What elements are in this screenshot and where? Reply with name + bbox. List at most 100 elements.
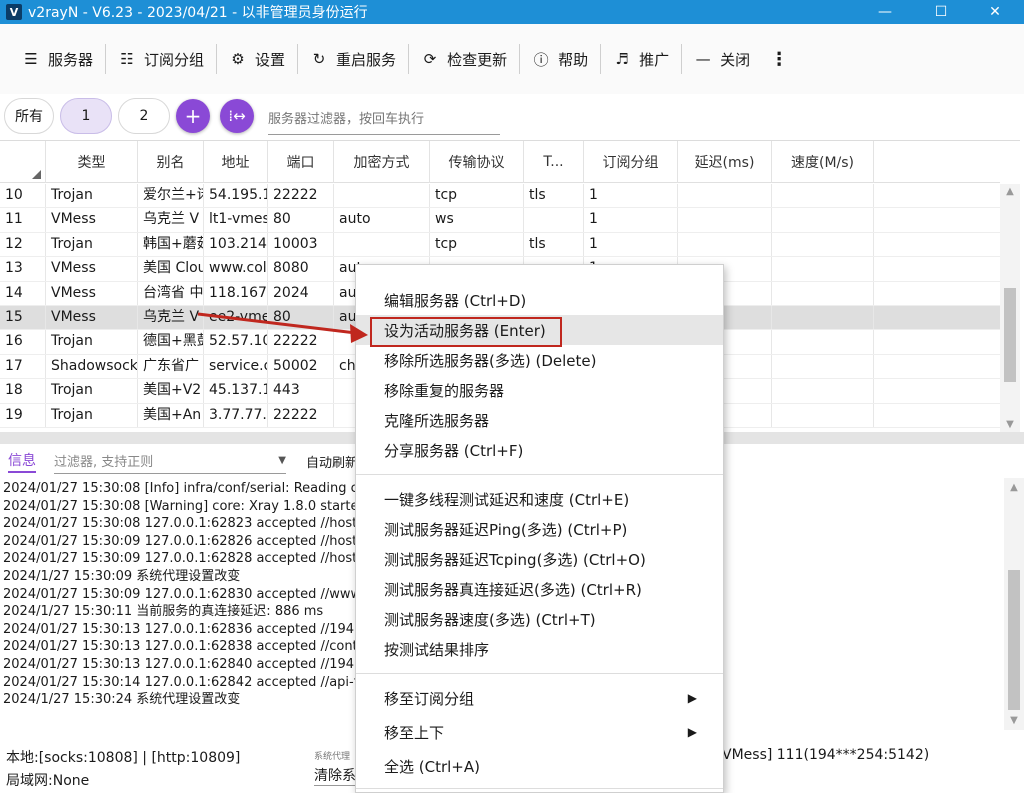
table-cell: 2024 bbox=[268, 281, 334, 305]
auto-refresh-toggle[interactable]: 自动刷新 bbox=[306, 452, 358, 471]
col-address[interactable]: 地址 bbox=[204, 141, 268, 183]
table-cell bbox=[772, 281, 874, 305]
table-cell: 17 bbox=[0, 354, 46, 379]
menu-remove-selected[interactable]: 移除所选服务器(多选) (Delete) bbox=[356, 345, 723, 375]
menu-test-all[interactable]: 一键多线程测试延迟和速度 (Ctrl+E) bbox=[356, 484, 723, 514]
table-cell: tls bbox=[524, 232, 584, 257]
menu-select-all[interactable]: 全选 (Ctrl+A) bbox=[356, 751, 723, 781]
menu-share-server[interactable]: 分享服务器 (Ctrl+F) bbox=[356, 435, 723, 465]
table-row[interactable]: 11 VMess 乌克兰 Vlt1-vmes 80 auto ws 1 bbox=[0, 208, 1000, 233]
table-scroll-thumb[interactable] bbox=[1004, 288, 1016, 382]
settings-button[interactable]: ⚙ 设置 bbox=[217, 42, 297, 76]
table-cell: VMess bbox=[46, 281, 138, 305]
log-filter-combo[interactable]: 过滤器, 支持正则 ▼ bbox=[54, 448, 286, 474]
log-scroll-down-icon[interactable]: ▼ bbox=[1004, 715, 1024, 726]
table-row[interactable]: 10 Trojan 爱尔兰+诺 54.195.1 22222 tcp tls 1 bbox=[0, 184, 1000, 209]
split-icon: ⁞↔ bbox=[228, 107, 246, 125]
table-cell: VMess bbox=[46, 257, 138, 281]
table-cell: 1 bbox=[584, 184, 678, 208]
menu-separator bbox=[356, 474, 723, 475]
table-cell: 10003 bbox=[268, 232, 334, 257]
promote-button[interactable]: ♬ 推广 bbox=[601, 42, 681, 76]
menu-move-up-down[interactable]: 移至上下 ▶ bbox=[356, 717, 723, 747]
table-cell: service.o bbox=[204, 354, 268, 379]
col-port[interactable]: 端口 bbox=[268, 141, 334, 183]
server-icon: ☰ bbox=[24, 50, 38, 68]
table-cell: www.col bbox=[204, 257, 268, 281]
table-cell: 10 bbox=[0, 184, 46, 208]
help-button[interactable]: ⓘ 帮助 bbox=[520, 42, 600, 76]
split-group-button[interactable]: ⁞↔ bbox=[220, 99, 254, 133]
table-cell bbox=[772, 403, 874, 427]
active-server-status: VMess] 111(194***254:5142) bbox=[722, 747, 930, 763]
col-type[interactable]: 类型 bbox=[46, 141, 138, 183]
server-menu-button[interactable]: ☰ 服务器 bbox=[10, 42, 105, 76]
table-cell: Trojan bbox=[46, 330, 138, 354]
menu-separator bbox=[356, 673, 723, 674]
table-cell: 16 bbox=[0, 330, 46, 354]
menu-test-ping[interactable]: 测试服务器延迟Ping(多选) (Ctrl+P) bbox=[356, 514, 723, 544]
col-speed[interactable]: 速度(M/s) bbox=[772, 141, 874, 183]
col-tls[interactable]: T... bbox=[524, 141, 584, 183]
table-cell: 54.195.1 bbox=[204, 184, 268, 208]
table-cell: 德国+黑彭 bbox=[138, 330, 204, 354]
table-cell bbox=[678, 184, 772, 208]
menu-test-speed[interactable]: 测试服务器速度(多选) (Ctrl+T) bbox=[356, 604, 723, 634]
table-cell: Trojan bbox=[46, 403, 138, 427]
more-options-icon[interactable]: ⋮ bbox=[770, 49, 794, 70]
table-cell bbox=[772, 379, 874, 403]
col-alias[interactable]: 别名 bbox=[138, 141, 204, 183]
col-transport[interactable]: 传输协议 bbox=[430, 141, 524, 183]
subscription-group-button[interactable]: ☷ 订阅分组 bbox=[106, 42, 216, 76]
table-cell bbox=[334, 184, 430, 208]
select-all-corner[interactable] bbox=[0, 141, 46, 183]
table-cell: 22222 bbox=[268, 184, 334, 208]
group-2-tab[interactable]: 2 bbox=[118, 98, 170, 134]
col-latency[interactable]: 延迟(ms) bbox=[678, 141, 772, 183]
table-cell: 103.214. bbox=[204, 232, 268, 257]
table-cell: 11 bbox=[0, 208, 46, 232]
group-1-tab[interactable]: 1 bbox=[60, 98, 112, 134]
table-cell: 18 bbox=[0, 379, 46, 403]
table-scrollbar[interactable]: ▲ ▼ bbox=[1000, 184, 1020, 432]
table-cell: 爱尔兰+诺 bbox=[138, 184, 204, 208]
table-cell: Shadowsock bbox=[46, 354, 138, 379]
submenu-arrow-icon: ▶ bbox=[687, 725, 697, 739]
scroll-down-icon[interactable]: ▼ bbox=[1000, 419, 1020, 430]
dropdown-icon: ▼ bbox=[278, 455, 286, 466]
log-scrollbar[interactable]: ▲ ▼ bbox=[1004, 478, 1024, 730]
check-update-button[interactable]: ⟳ 检查更新 bbox=[409, 42, 519, 76]
menu-remove-duplicates[interactable]: 移除重复的服务器 bbox=[356, 375, 723, 405]
close-window-button[interactable]: ✕ bbox=[972, 0, 1018, 24]
table-cell: 1 bbox=[584, 208, 678, 232]
menu-clone-server[interactable]: 克隆所选服务器 bbox=[356, 405, 723, 435]
log-scroll-up-icon[interactable]: ▲ bbox=[1004, 482, 1024, 493]
menu-move-to-group[interactable]: 移至订阅分组 ▶ bbox=[356, 683, 723, 713]
server-filter-input[interactable] bbox=[268, 97, 500, 135]
restart-service-button[interactable]: ↻ 重启服务 bbox=[298, 42, 408, 76]
menu-sort-by-result[interactable]: 按测试结果排序 bbox=[356, 634, 723, 664]
update-icon: ⟳ bbox=[423, 50, 437, 68]
server-context-menu: 编辑服务器 (Ctrl+D) 设为活动服务器 (Enter) 移除所选服务器(多… bbox=[355, 264, 724, 793]
table-cell: 80 bbox=[268, 305, 334, 330]
close-app-button[interactable]: — 关闭 bbox=[682, 42, 762, 76]
add-group-button[interactable]: + bbox=[176, 99, 210, 133]
group-all-tab[interactable]: 所有 bbox=[4, 98, 54, 134]
table-row[interactable]: 12 Trojan 韩国+蘑菇 103.214. 10003 tcp tls 1 bbox=[0, 232, 1000, 258]
menu-edit-server[interactable]: 编辑服务器 (Ctrl+D) bbox=[356, 285, 723, 315]
table-cell: 3.77.77.3 bbox=[204, 403, 268, 427]
system-proxy-select[interactable]: 清除系 bbox=[314, 765, 356, 786]
scroll-up-icon[interactable]: ▲ bbox=[1000, 186, 1020, 197]
col-subscription[interactable]: 订阅分组 bbox=[584, 141, 678, 183]
restart-icon: ↻ bbox=[312, 50, 326, 68]
table-cell: Trojan bbox=[46, 184, 138, 208]
col-encryption[interactable]: 加密方式 bbox=[334, 141, 430, 183]
menu-test-tcping[interactable]: 测试服务器延迟Tcping(多选) (Ctrl+O) bbox=[356, 544, 723, 574]
menu-test-real-delay[interactable]: 测试服务器真连接延迟(多选) (Ctrl+R) bbox=[356, 574, 723, 604]
minimize-button[interactable]: — bbox=[862, 0, 908, 24]
maximize-button[interactable]: ☐ bbox=[918, 0, 964, 24]
log-scroll-thumb[interactable] bbox=[1008, 570, 1020, 710]
table-cell: 22222 bbox=[268, 330, 334, 354]
info-tab[interactable]: 信息 bbox=[8, 449, 36, 473]
table-cell: 乌克兰 V bbox=[138, 208, 204, 232]
